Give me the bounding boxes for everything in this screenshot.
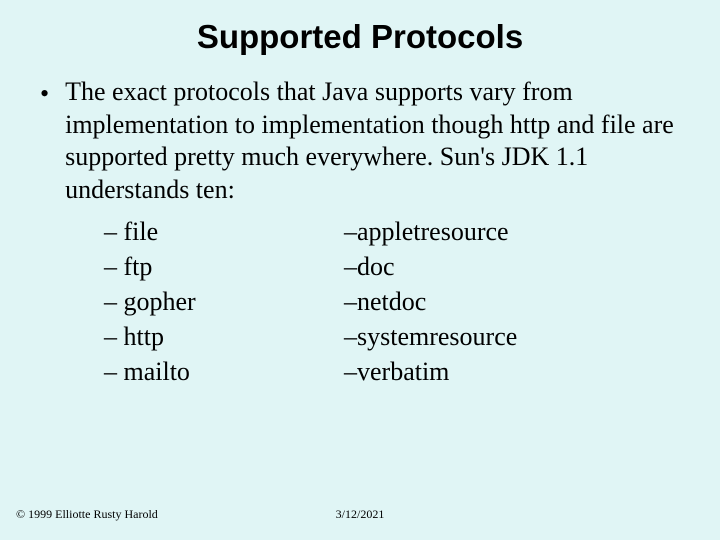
list-item-label: file [124,217,159,246]
slide-title: Supported Protocols [34,18,686,56]
list-item-label: doc [357,252,395,281]
list-item: –systemresource [344,319,517,354]
list-item-label: ftp [124,252,153,281]
list-item-label: gopher [124,287,196,316]
list-item-label: netdoc [357,287,426,316]
list-item: –appletresource [344,214,517,249]
footer: © 1999 Elliotte Rusty Harold 3/12/2021 [0,507,720,522]
body-text: The exact protocols that Java supports v… [65,76,686,206]
list-item: –verbatim [344,354,517,389]
left-column: – file – ftp – gopher – http – mailto [104,214,334,389]
right-column: –appletresource –doc –netdoc –systemreso… [344,214,517,389]
list-item: – http [104,319,334,354]
list-item-label: mailto [124,357,190,386]
list-item: –doc [344,249,517,284]
bullet-icon: • [40,78,49,109]
list-item: – file [104,214,334,249]
list-item: – mailto [104,354,334,389]
list-item-label: appletresource [357,217,509,246]
footer-copyright: © 1999 Elliotte Rusty Harold [16,507,158,522]
list-item: – ftp [104,249,334,284]
list-item-label: http [124,322,164,351]
footer-date: 3/12/2021 [336,507,385,522]
protocol-lists: – file – ftp – gopher – http – mailto –a… [34,214,686,389]
list-item-label: systemresource [357,322,517,351]
list-item: – gopher [104,284,334,319]
list-item: –netdoc [344,284,517,319]
list-item-label: verbatim [357,357,449,386]
slide: Supported Protocols • The exact protocol… [0,0,720,389]
main-bullet: • The exact protocols that Java supports… [40,76,686,206]
